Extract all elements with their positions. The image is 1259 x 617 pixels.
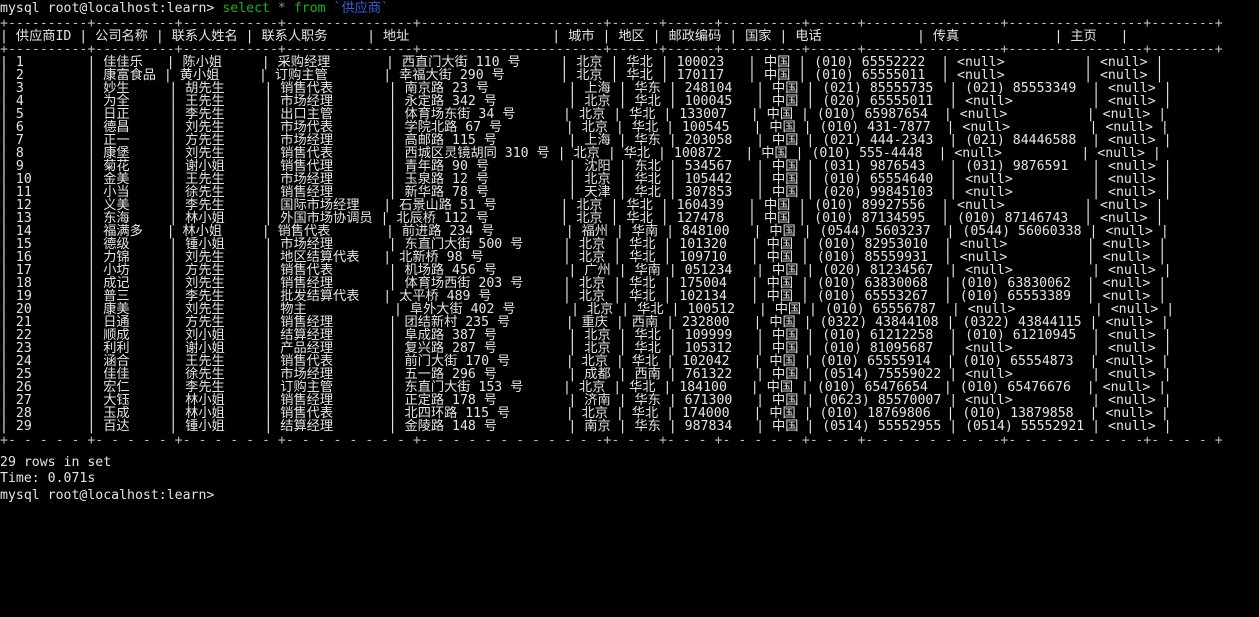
table-bottom-border: +- - - - - +- - - - - +- - - - - - +- - … [0,432,1223,448]
table-row: | 29 | 百达 | 锺小姐 | 结算经理 | 金陵路 148 号 | 南京 … [0,419,1172,435]
query-footer: 29 rows in set Time: 0.071s mysql root@l… [0,455,1259,505]
final-prompt: mysql root@localhost:learn> [0,487,215,503]
rows-in-set-text: 29 rows in set [0,454,112,470]
sql-keyword-from: from [293,1,326,16]
command-prompt-line: mysql root@localhost:learn> select * fro… [0,0,1259,17]
sql-star: * [277,1,286,16]
query-result-table: +----------+----------+------------+----… [0,17,1259,447]
terminal-window: mysql root@localhost:learn> select * fro… [0,0,1259,617]
output-spacer [0,447,1259,455]
prompt-text: mysql root@localhost:learn> [0,1,215,16]
query-time-text: Time: 0.071s [0,471,96,487]
sql-table-name: `供应商` [333,1,389,16]
sql-keyword-select: select [222,1,270,16]
